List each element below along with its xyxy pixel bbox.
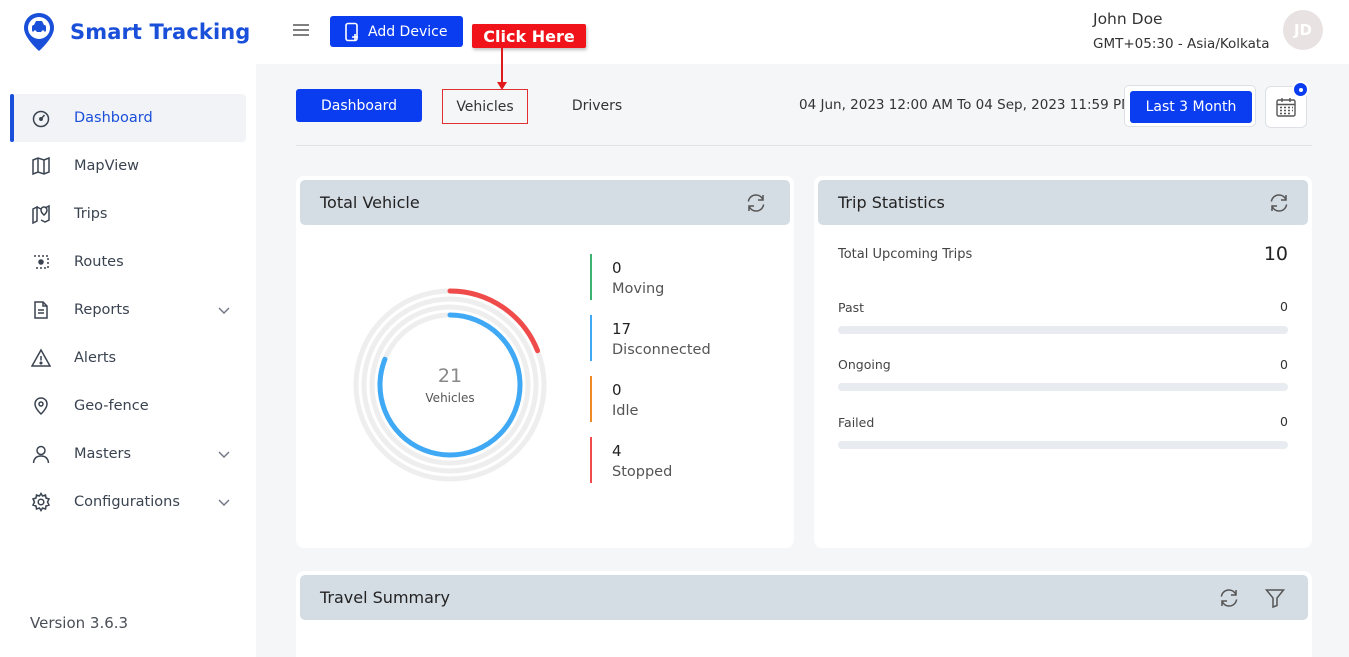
chevron-down-icon[interactable] [216, 494, 232, 510]
gear-icon [30, 491, 52, 513]
stat-moving: 0 Moving [590, 254, 750, 300]
tabs-divider [296, 145, 1312, 146]
sidebar-item-mapview[interactable]: MapView [10, 142, 246, 190]
trip-row-value: 0 [1280, 414, 1288, 429]
trip-statistics-header: Trip Statistics [818, 180, 1308, 225]
logo-pin-icon [24, 13, 54, 51]
trip-statistics-title: Trip Statistics [838, 193, 945, 212]
total-vehicle-header: Total Vehicle [300, 180, 790, 225]
total-upcoming-label: Total Upcoming Trips [838, 247, 973, 262]
refresh-icon[interactable] [1268, 192, 1290, 214]
stat-value: 4 [612, 442, 622, 460]
tab-dashboard[interactable]: Dashboard [296, 89, 422, 122]
sidebar-item-geo-fence[interactable]: Geo-fence [10, 382, 246, 430]
sidebar-item-routes[interactable]: Routes [10, 238, 246, 286]
gauge-icon [30, 107, 52, 129]
user-icon [30, 443, 52, 465]
stat-label: Moving [612, 281, 665, 297]
stat-value: 17 [612, 320, 632, 338]
stat-idle: 0 Idle [590, 376, 750, 422]
route-icon [30, 251, 52, 273]
trip-statistics-card: Trip Statistics Total Upcoming Trips 10 … [814, 176, 1312, 548]
refresh-icon[interactable] [745, 192, 767, 214]
trip-row-value: 0 [1280, 299, 1288, 314]
total-upcoming-value: 10 [1263, 243, 1288, 265]
trip-progress-failed [838, 441, 1288, 449]
tab-vehicles[interactable]: Vehicles [442, 89, 528, 124]
sidebar-item-dashboard[interactable]: Dashboard [10, 94, 246, 142]
chevron-down-icon[interactable] [216, 446, 232, 462]
date-preset-button[interactable]: Last 3 Month [1130, 91, 1252, 123]
travel-summary-title: Travel Summary [320, 588, 450, 607]
stat-value: 0 [612, 259, 622, 277]
add-device-button[interactable]: Add Device [330, 16, 463, 47]
sidebar-item-label: Routes [74, 254, 124, 270]
calendar-notification-dot [1292, 81, 1309, 98]
filter-icon[interactable] [1264, 587, 1286, 609]
stat-bar [590, 315, 592, 361]
total-vehicle-card: Total Vehicle 21 Vehicles 0 Moving 17 Di… [296, 176, 794, 548]
sidebar-item-label: Trips [74, 206, 108, 222]
sidebar-item-masters[interactable]: Masters [10, 430, 246, 478]
date-range-text: 04 Jun, 2023 12:00 AM To 04 Sep, 2023 11… [799, 97, 1133, 113]
sidebar-item-trips[interactable]: Trips [10, 190, 246, 238]
stat-disconnected: 17 Disconnected [590, 315, 750, 361]
map-icon [30, 155, 52, 177]
donut-total-label: Vehicles [425, 391, 475, 405]
travel-summary-header: Travel Summary [300, 575, 1308, 620]
user-timezone: GMT+05:30 - Asia/Kolkata [1093, 36, 1270, 52]
menu-icon[interactable] [292, 22, 310, 38]
trip-progress-past [838, 326, 1288, 334]
stat-stopped: 4 Stopped [590, 437, 750, 483]
sidebar-item-label: Dashboard [74, 110, 153, 126]
total-vehicle-title: Total Vehicle [320, 193, 420, 212]
stat-bar [590, 437, 592, 483]
sidebar-item-label: Masters [74, 446, 132, 462]
calendar-icon [1276, 98, 1296, 117]
user-name: John Doe [1093, 10, 1163, 28]
location-icon [30, 395, 52, 417]
sidebar-item-reports[interactable]: Reports [10, 286, 246, 334]
sidebar-item-configurations[interactable]: Configurations [10, 478, 246, 526]
app-title: Smart Tracking [70, 20, 251, 44]
sidebar-item-label: Reports [74, 302, 130, 318]
avatar[interactable]: JD [1283, 10, 1323, 50]
callout-arrow-line [501, 48, 503, 84]
document-icon [30, 299, 52, 321]
stat-label: Disconnected [612, 342, 711, 358]
sidebar-item-alerts[interactable]: Alerts [10, 334, 246, 382]
trip-row-value: 0 [1280, 357, 1288, 372]
warning-icon [30, 347, 52, 369]
trip-row-label: Failed [838, 415, 875, 430]
sidebar-nav: Dashboard MapView Trips Routes Reports A… [10, 94, 246, 526]
sidebar-item-label: Configurations [74, 494, 180, 510]
sidebar-item-label: MapView [74, 158, 140, 174]
refresh-icon[interactable] [1218, 587, 1240, 609]
donut-total-value: 21 [437, 365, 463, 387]
date-preset-wrapper: Last 3 Month [1124, 85, 1256, 127]
trip-progress-ongoing [838, 383, 1288, 391]
top-header: Add Device Click Here John Doe GMT+05:30… [256, 0, 1349, 64]
travel-summary-card: Travel Summary [296, 571, 1312, 657]
tab-drivers[interactable]: Drivers [556, 89, 638, 122]
trip-row-label: Past [838, 300, 865, 315]
add-device-icon [345, 22, 358, 41]
stat-bar [590, 376, 592, 422]
sidebar: Smart Tracking Dashboard MapView Trips R… [0, 0, 256, 657]
add-device-label: Add Device [368, 23, 448, 40]
stat-label: Stopped [612, 464, 673, 480]
map-pin-icon [30, 203, 52, 225]
stat-value: 0 [612, 381, 622, 399]
trip-row-label: Ongoing [838, 357, 891, 372]
brand[interactable]: Smart Tracking [22, 12, 250, 52]
click-here-callout: Click Here [472, 24, 586, 48]
stat-label: Idle [612, 403, 639, 419]
sidebar-item-label: Geo-fence [74, 398, 149, 414]
app-version: Version 3.6.3 [30, 614, 129, 632]
sidebar-item-label: Alerts [74, 350, 117, 366]
stat-bar [590, 254, 592, 300]
chevron-down-icon[interactable] [216, 302, 232, 318]
